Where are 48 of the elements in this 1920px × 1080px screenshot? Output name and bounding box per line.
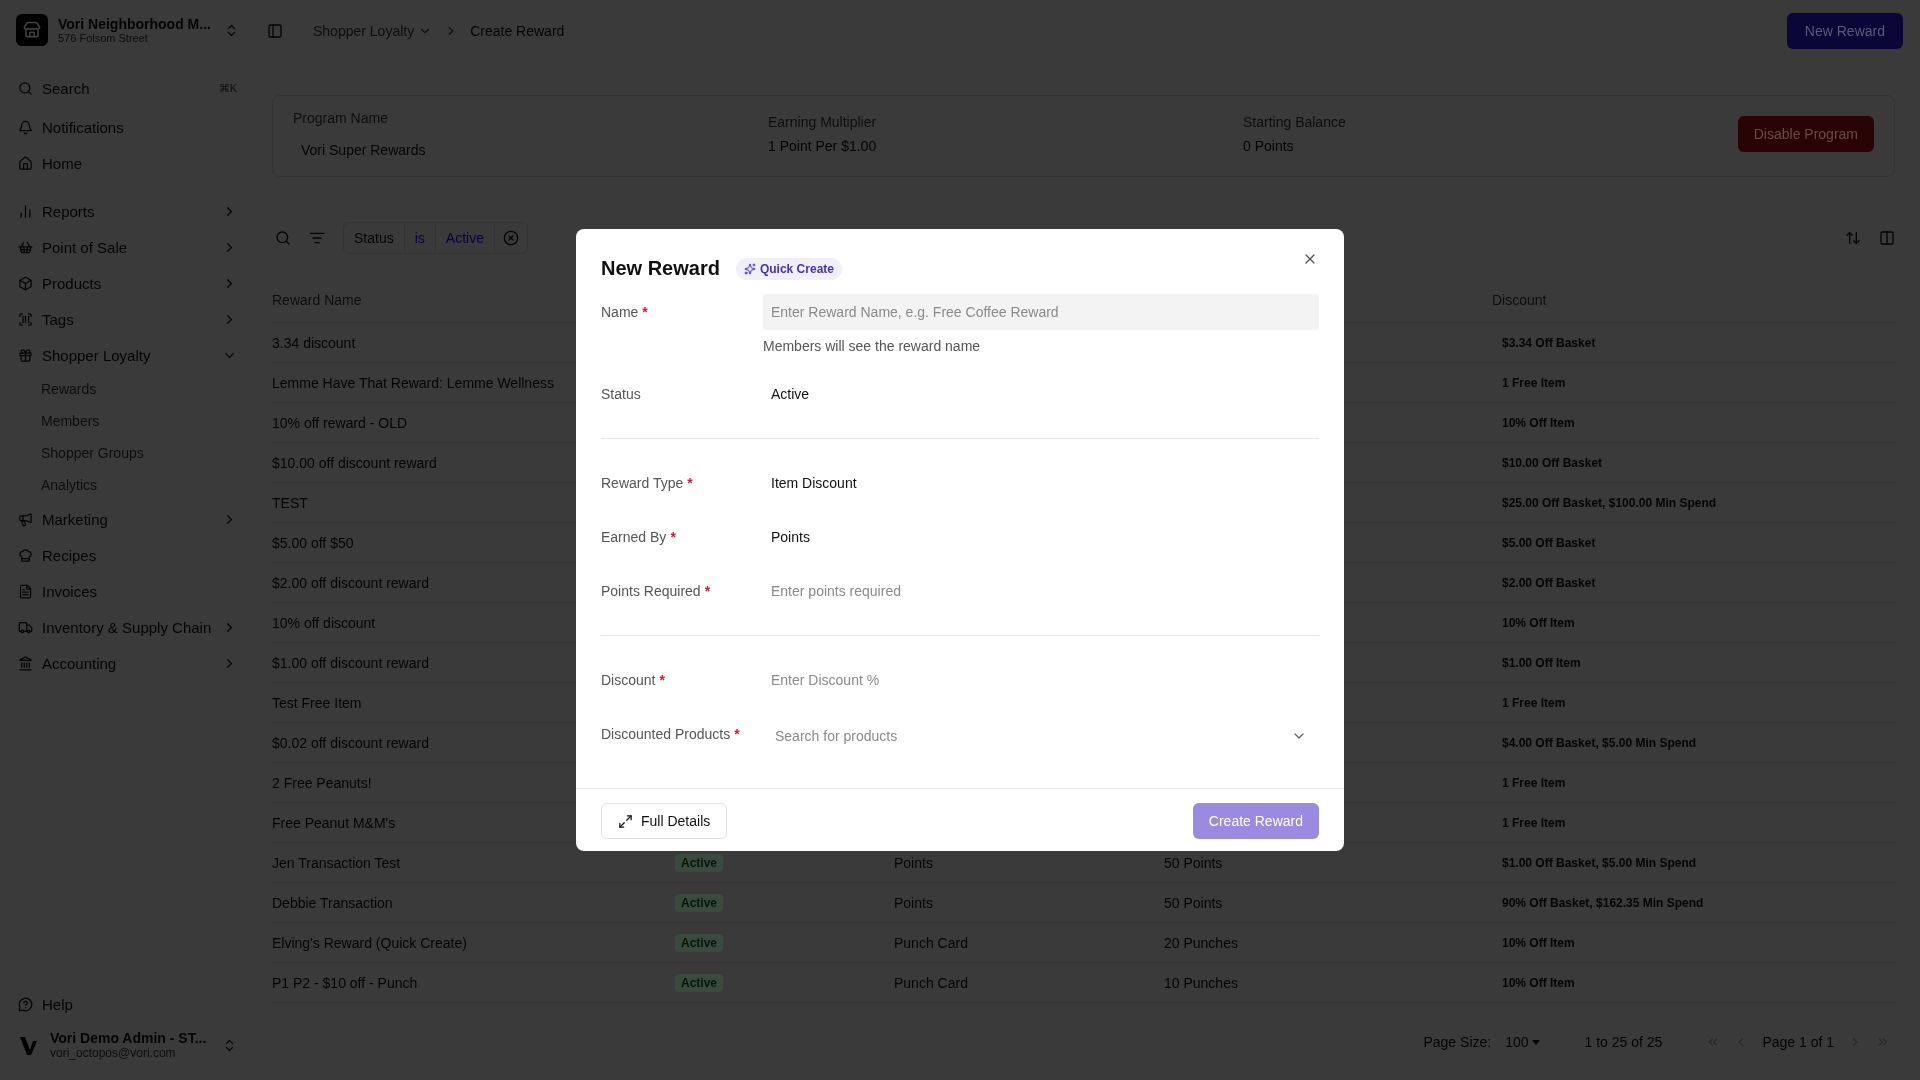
search-icon[interactable] bbox=[275, 230, 291, 247]
text-input-field[interactable]: Enter points required bbox=[763, 573, 1319, 609]
sidebar-toggle-icon[interactable] bbox=[267, 22, 283, 39]
text-input-field[interactable]: Enter Reward Name, e.g. Free Coffee Reward bbox=[763, 294, 1319, 330]
field-value: Active bbox=[770, 385, 811, 404]
megaphone-icon bbox=[18, 511, 33, 527]
helper-text: Members will see the reward name bbox=[763, 338, 982, 354]
truck-icon bbox=[18, 619, 33, 635]
box-icon bbox=[18, 275, 33, 291]
quick-create-badge: Quick Create bbox=[735, 257, 842, 280]
field-label: Earned By * bbox=[601, 528, 677, 545]
bell-icon bbox=[18, 119, 33, 135]
document-icon bbox=[18, 583, 33, 599]
status-badge: Active bbox=[675, 894, 724, 912]
basket-icon bbox=[18, 239, 33, 255]
clear-icon[interactable] bbox=[502, 230, 519, 247]
full-details-button[interactable]: Full Details bbox=[601, 803, 728, 839]
field-label: Status bbox=[601, 385, 642, 402]
field-label: Reward Type * bbox=[601, 474, 694, 491]
status-badge: Active bbox=[675, 934, 724, 952]
text-input-field[interactable]: Enter Discount % bbox=[763, 662, 1319, 698]
field-label: Discounted Products * bbox=[601, 725, 741, 742]
field-label: Discount * bbox=[601, 671, 666, 688]
sparkles-icon bbox=[743, 262, 756, 275]
house-icon bbox=[18, 155, 33, 171]
barcode-scan-icon bbox=[18, 311, 33, 327]
v-logo-icon bbox=[18, 1034, 40, 1056]
product-select[interactable]: Search for products bbox=[763, 716, 1319, 756]
status-badge: Active bbox=[675, 854, 724, 872]
field-label: Name * bbox=[601, 303, 649, 320]
disable-program-button[interactable]: Disable Program bbox=[1737, 116, 1874, 153]
status-badge: Active bbox=[675, 974, 724, 992]
create-reward-button[interactable]: Create Reward bbox=[1192, 803, 1319, 839]
bank-icon bbox=[18, 655, 33, 671]
store-logo bbox=[16, 14, 48, 46]
field-label: Points Required * bbox=[601, 582, 712, 599]
field-value: Points bbox=[770, 528, 811, 547]
expand-icon bbox=[618, 813, 633, 829]
new-reward-button[interactable]: New Reward bbox=[1786, 12, 1903, 49]
dialog-title: New Reward bbox=[601, 257, 720, 280]
gift-icon bbox=[18, 347, 33, 363]
chef-hat-icon bbox=[18, 547, 33, 563]
columns-icon[interactable] bbox=[1879, 230, 1895, 247]
search-icon bbox=[18, 80, 33, 96]
field-value: Item Discount bbox=[770, 474, 858, 493]
bar-chart-icon bbox=[18, 203, 33, 219]
sort-icon[interactable] bbox=[1845, 230, 1861, 247]
help-icon bbox=[18, 996, 33, 1012]
